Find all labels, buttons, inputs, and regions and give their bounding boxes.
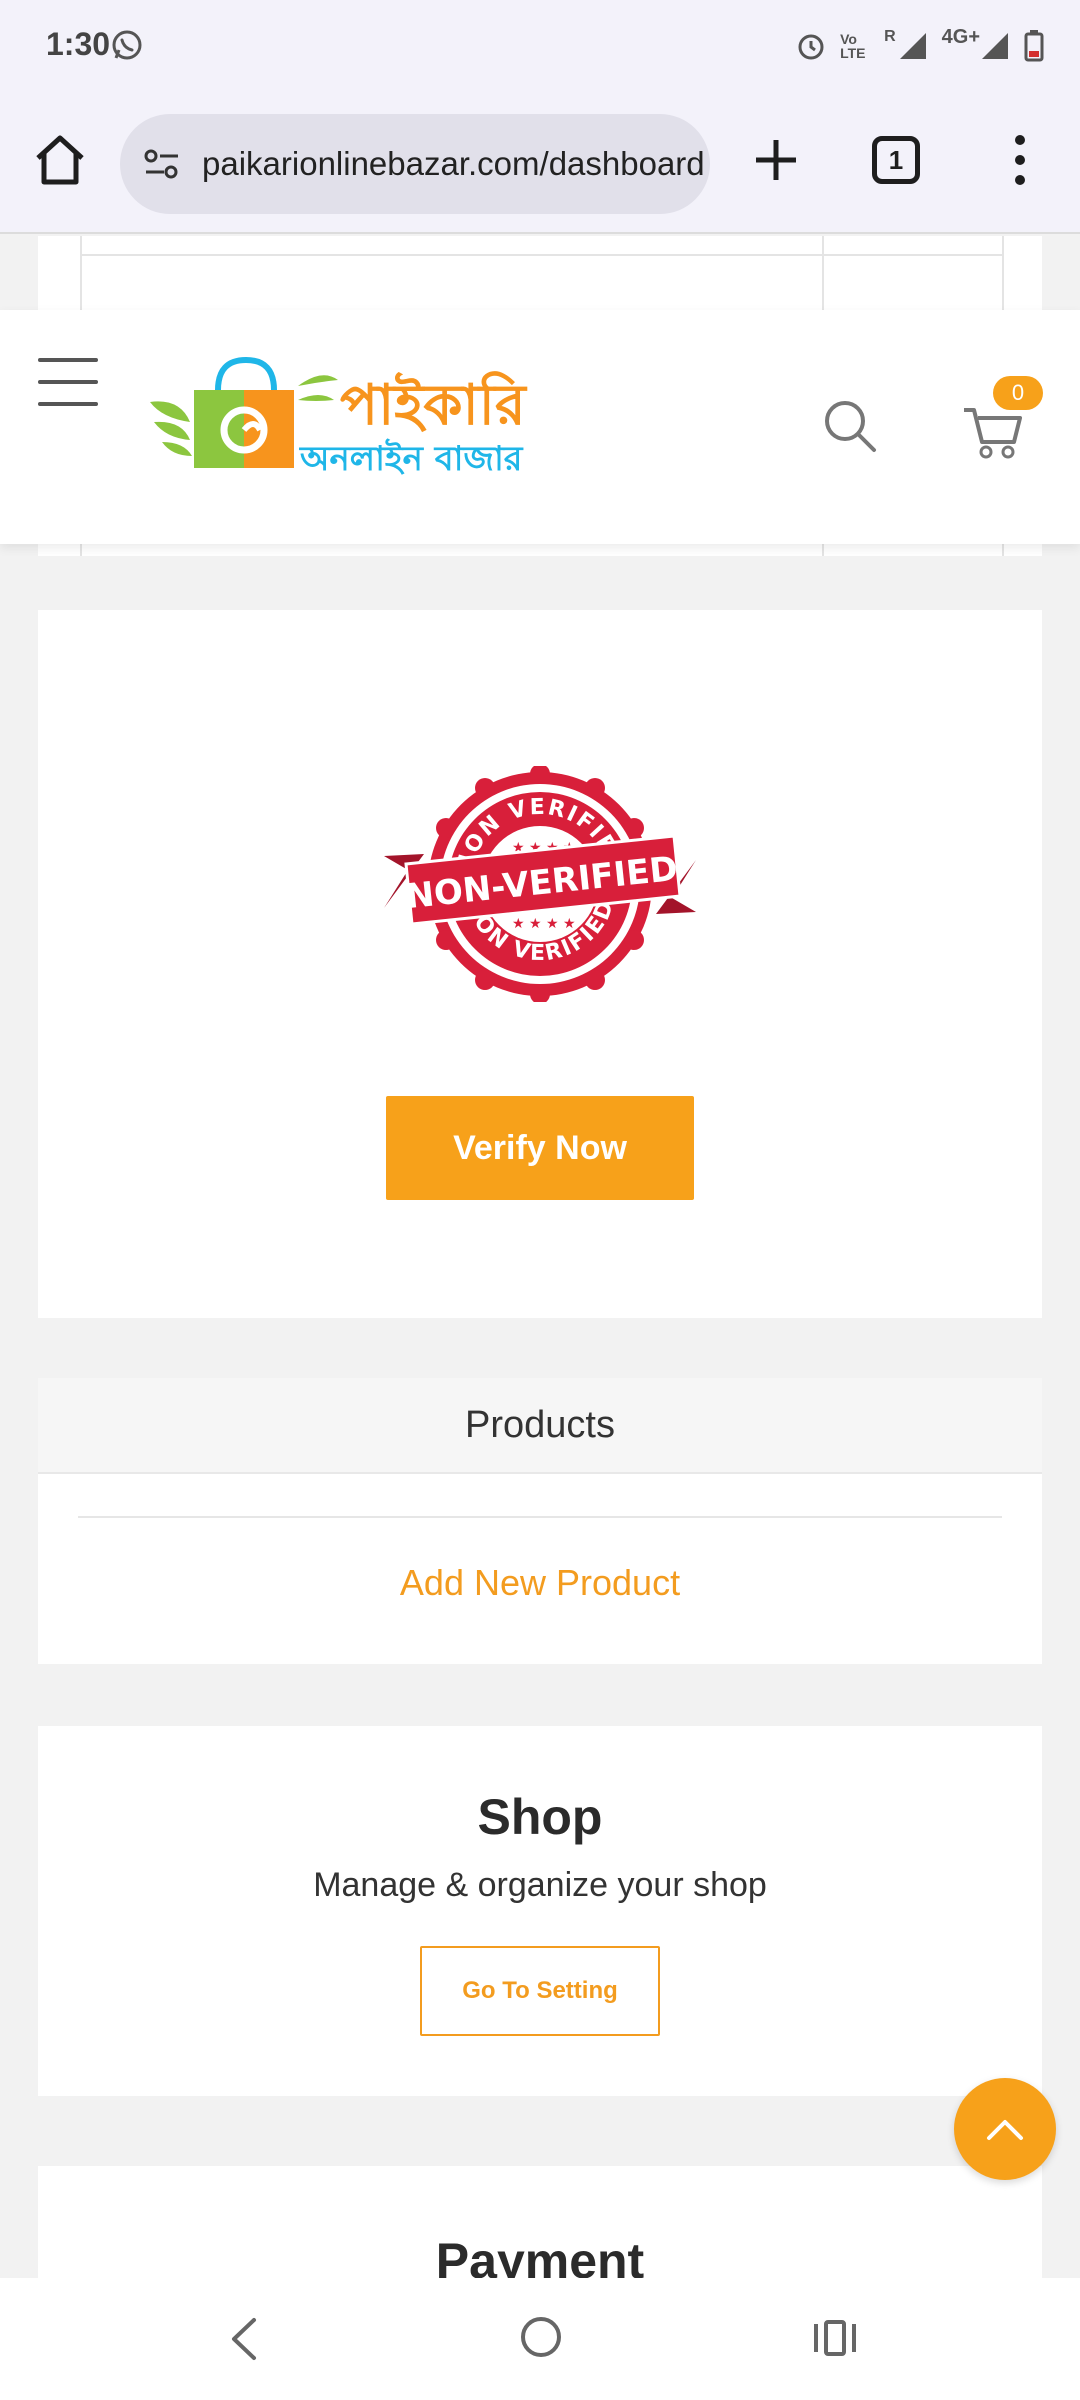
hamburger-icon[interactable]	[38, 358, 98, 408]
logo-line1: পাইকারি	[340, 371, 528, 438]
browser-toolbar: paikarionlinebazar.com/dashboard 1	[0, 92, 1080, 234]
site-header: পাইকারি অনলাইন বাজার 0	[0, 310, 1080, 544]
plus-icon[interactable]	[746, 130, 806, 190]
cart-count: 0	[1011, 380, 1025, 405]
shop-card: Shop Manage & organize your shop Go To S…	[38, 1726, 1042, 2096]
whatsapp-icon	[112, 30, 142, 60]
site-logo[interactable]: পাইকারি অনলাইন বাজার	[150, 350, 550, 490]
network-prefix: R	[884, 28, 896, 45]
back-icon[interactable]	[222, 2314, 268, 2364]
alarm-icon	[798, 34, 824, 60]
add-new-product-link[interactable]: Add New Product	[38, 1562, 1042, 1604]
more-vert-icon[interactable]	[1000, 130, 1040, 190]
battery-icon	[1024, 30, 1044, 62]
table-line	[80, 254, 1004, 256]
network-type: 4G+	[941, 25, 980, 48]
non-verified-stamp: NON VERIFIED NON VERIFIED ★ ★ ★ ★ ★ ★ ★ …	[384, 766, 696, 1002]
page-content: পাইকারি অনলাইন বাজার 0 ON VERIFI ON VERI…	[0, 236, 1080, 2278]
divider	[78, 1516, 1002, 1518]
payment-title: Payment	[435, 2233, 645, 2278]
svg-text:★ ★ ★ ★: ★ ★ ★ ★	[512, 916, 576, 932]
volte-icon: Vo LTE	[840, 31, 866, 61]
go-to-setting-label: Go To Setting	[462, 1977, 618, 2004]
shop-title: Shop	[477, 1789, 603, 1845]
products-title: Products	[465, 1403, 615, 1446]
payment-card: Payment	[38, 2166, 1042, 2278]
logo-line2: অনলাইন বাজার	[299, 438, 524, 479]
chevron-up-icon	[987, 2120, 1023, 2140]
search-icon[interactable]	[822, 398, 878, 454]
home-nav-icon[interactable]	[518, 2314, 564, 2360]
home-icon[interactable]	[30, 130, 90, 190]
recents-icon[interactable]	[812, 2316, 858, 2360]
status-bar: 1:30 Vo LTE R 4G+	[0, 0, 1080, 92]
url-bar[interactable]: paikarionlinebazar.com/dashboard	[120, 114, 710, 214]
site-settings-icon[interactable]	[142, 144, 182, 184]
signal-icon	[899, 33, 926, 59]
system-nav-bar	[0, 2278, 1080, 2400]
go-to-setting-button[interactable]: Go To Setting	[420, 1946, 660, 2036]
cart-count-badge: 0	[993, 376, 1043, 410]
shop-subtitle: Manage & organize your shop	[313, 1866, 767, 1904]
url-text: paikarionlinebazar.com/dashboard	[202, 145, 705, 182]
verify-now-button[interactable]: Verify Now	[386, 1096, 694, 1200]
status-time: 1:30	[46, 26, 111, 62]
cart-icon[interactable]	[962, 402, 1024, 460]
scroll-to-top-button[interactable]	[954, 2078, 1056, 2180]
status-icons: Vo LTE R 4G+	[796, 24, 1044, 68]
products-heading: Products	[38, 1378, 1042, 1474]
verify-now-label: Verify Now	[453, 1128, 627, 1167]
tab-count: 1	[888, 144, 904, 175]
signal-icon-2	[982, 33, 1008, 59]
products-card: Products Add New Product	[38, 1378, 1042, 1664]
tabs-icon[interactable]: 1	[872, 136, 920, 184]
verification-card: NON VERIFIED NON VERIFIED ★ ★ ★ ★ ★ ★ ★ …	[38, 610, 1042, 1318]
